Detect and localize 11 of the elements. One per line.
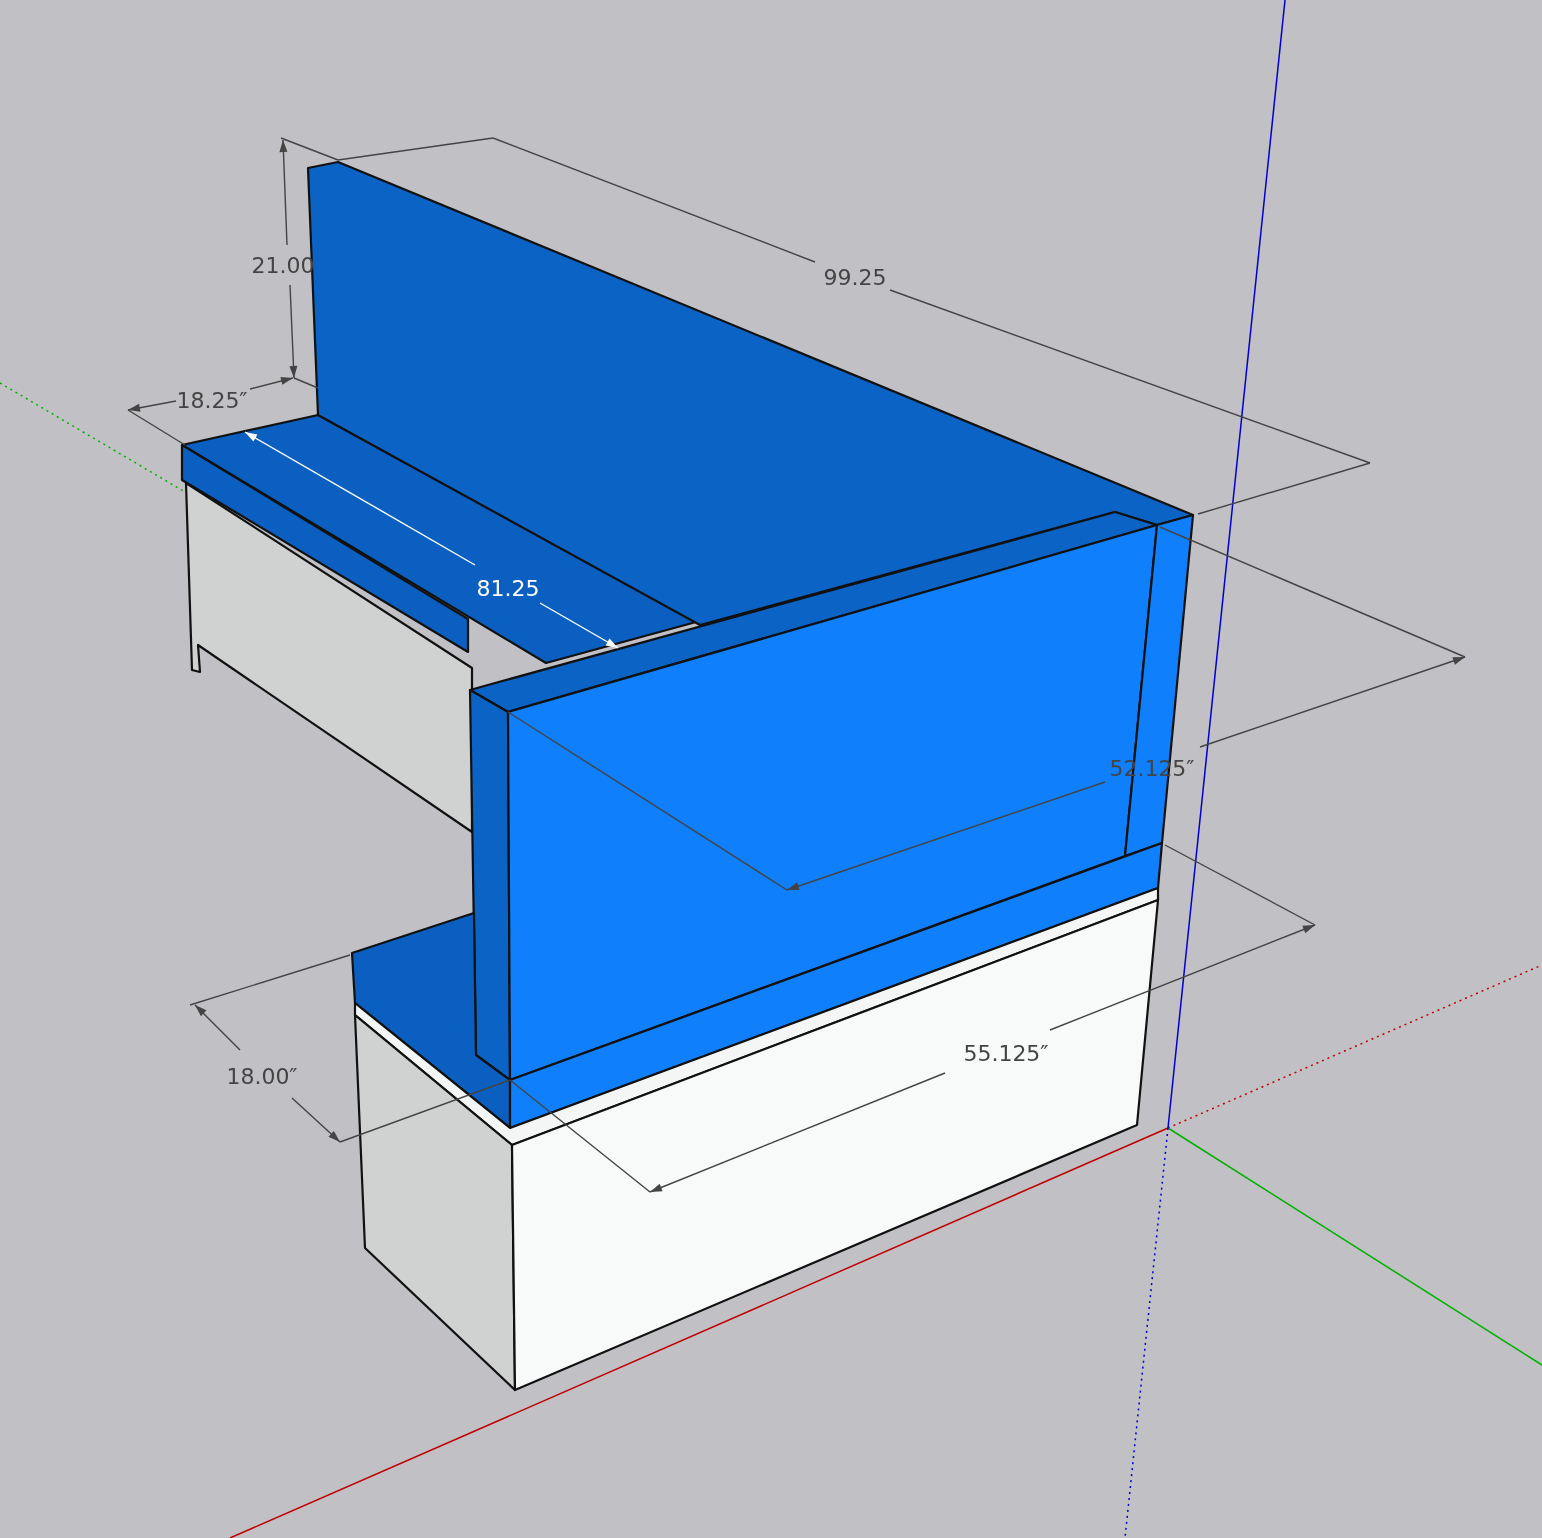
dimension-label: 18.00″ — [226, 1064, 298, 1089]
seat-cushion[interactable] — [508, 841, 1164, 1130]
seat-cushion[interactable] — [180, 443, 470, 654]
dimension-label: 55.125″ — [963, 1041, 1049, 1066]
backrest[interactable] — [468, 510, 1159, 714]
bench-base-panel[interactable] — [510, 898, 1160, 1392]
dimension-label: 18.25″ — [176, 388, 248, 413]
dimension-label: 99.25 — [823, 265, 887, 290]
dimension-label: 81.25 — [476, 576, 540, 601]
bench-base-panel[interactable] — [184, 481, 474, 834]
bench-base-panel[interactable] — [353, 1013, 517, 1392]
